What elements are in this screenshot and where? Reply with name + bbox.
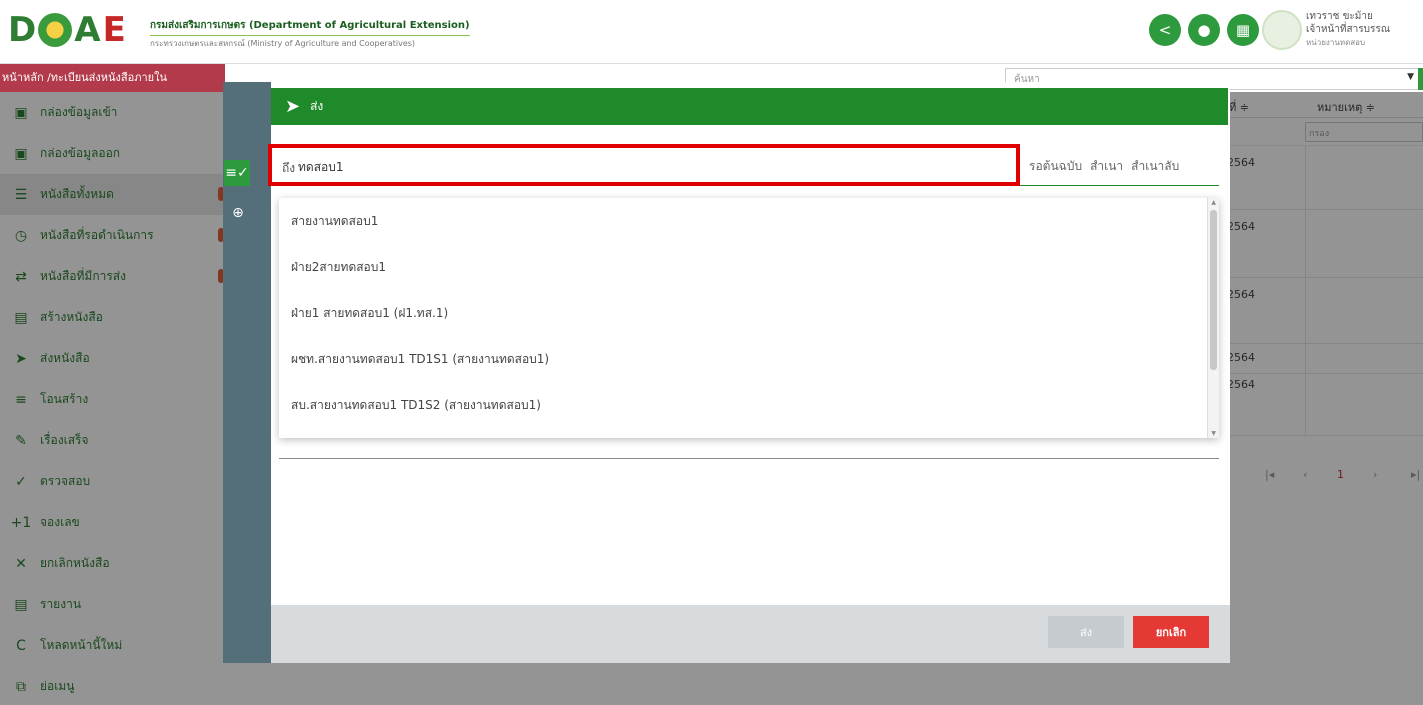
suggestion-item[interactable]: ผชท.สายงานทดสอบ1 TD1S1 (สายงานทดสอบ1): [279, 336, 1219, 382]
cc-link[interactable]: สำเนา: [1090, 157, 1123, 176]
recipient-input[interactable]: [298, 156, 998, 178]
bcc-link[interactable]: สำเนาลับ: [1131, 157, 1179, 176]
send-button[interactable]: ส่ง: [1048, 616, 1124, 648]
doae-logo[interactable]: DAE: [8, 10, 126, 50]
user-info[interactable]: เทวราช ขะม้าย เจ้าหน้าที่สารบรรณ หน่วยงา…: [1306, 10, 1423, 49]
share-icon[interactable]: <: [1149, 14, 1181, 46]
scroll-down-icon[interactable]: ▼: [1211, 430, 1216, 437]
await-original-link[interactable]: รอต้นฉบับ: [1029, 157, 1082, 176]
bell-icon[interactable]: ●: [1188, 14, 1220, 46]
suggestions-scrollbar[interactable]: ▲ ▼: [1207, 198, 1219, 438]
org-ministry: กระทรวงเกษตรและสหกรณ์ (Ministry of Agric…: [150, 35, 470, 50]
copy-options: รอต้นฉบับ สำเนา สำเนาลับ: [1029, 157, 1179, 176]
user-unit: หน่วยงานทดสอบ: [1306, 38, 1366, 47]
user-name: เทวราช ขะม้าย: [1306, 11, 1373, 22]
dialog-title: ส่ง: [310, 99, 324, 113]
top-header: DAE กรมส่งเสริมการเกษตร (Department of A…: [0, 0, 1423, 64]
recipient-field-highlight[interactable]: ถึง: [268, 144, 1020, 186]
scroll-up-icon[interactable]: ▲: [1211, 199, 1216, 206]
zoom-in-icon[interactable]: ⊕: [225, 200, 251, 226]
avatar[interactable]: [1262, 10, 1302, 50]
recipient-row: ถึง รอต้นฉบับ สำเนา สำเนาลับ: [268, 144, 1219, 186]
chevron-down-icon: ▼: [1407, 72, 1414, 82]
breadcrumb: หน้าหลัก /ทะเบียนส่งหนังสือภายใน: [0, 64, 225, 92]
suggestion-item[interactable]: สายงานทดสอบ1: [279, 198, 1219, 244]
user-role: เจ้าหน้าที่สารบรรณ: [1306, 24, 1390, 35]
apps-grid-icon[interactable]: ▦: [1227, 14, 1259, 46]
org-name: กรมส่งเสริมการเกษตร (Department of Agric…: [150, 20, 470, 31]
to-label: ถึง: [282, 161, 296, 175]
divider: [279, 458, 1219, 459]
recipient-suggestions: สายงานทดสอบ1 ฝ่าย2สายทดสอบ1 ฝ่าย1 สายทดส…: [279, 198, 1219, 438]
suggestion-item[interactable]: ฝ่าย1 สายทดสอบ1 (ฝ1.ทส.1): [279, 290, 1219, 336]
dialog-footer: ส่ง ยกเลิก: [271, 605, 1230, 663]
logo-emblem-icon: [38, 13, 73, 47]
search-go-button[interactable]: [1418, 68, 1423, 90]
send-arrow-icon: ➤: [285, 96, 301, 117]
send-dialog: ➤ ส่ง ถึง รอต้นฉบับ สำเนา สำเนาลับ สายงา…: [268, 82, 1230, 663]
scrollbar-thumb[interactable]: [1210, 210, 1217, 370]
suggestion-item[interactable]: สบ.สายงานทดสอบ1 TD1S2 (สายงานทดสอบ1): [279, 382, 1219, 428]
suggestion-item[interactable]: ฝ่าย2สายทดสอบ1: [279, 244, 1219, 290]
cancel-button[interactable]: ยกเลิก: [1133, 616, 1209, 648]
org-title: กรมส่งเสริมการเกษตร (Department of Agric…: [150, 18, 470, 50]
dialog-header: ➤ ส่ง: [271, 88, 1228, 125]
checklist-icon[interactable]: ≡✓: [224, 160, 250, 186]
